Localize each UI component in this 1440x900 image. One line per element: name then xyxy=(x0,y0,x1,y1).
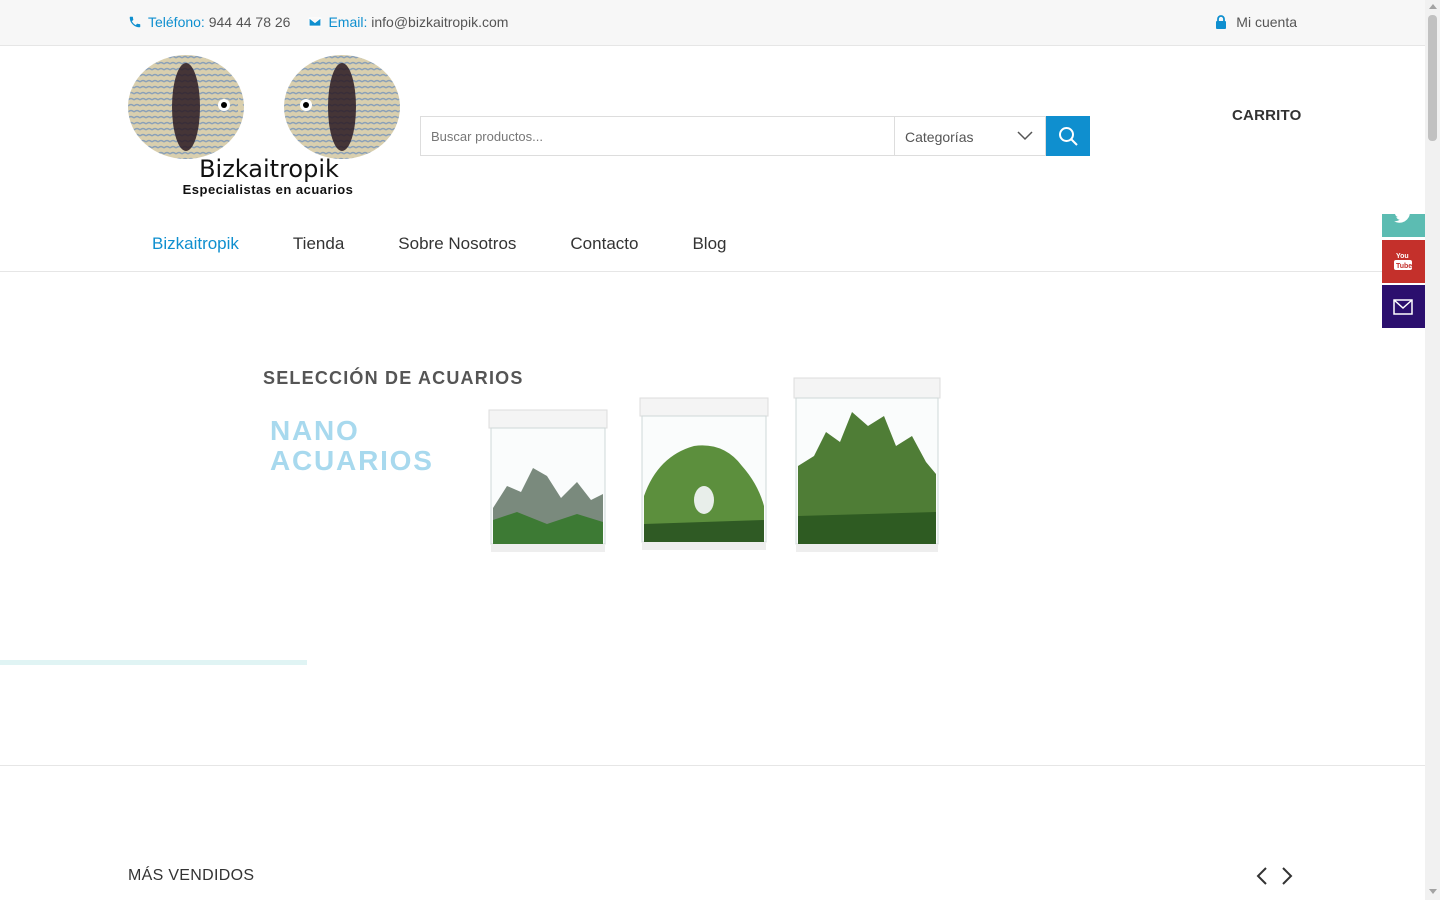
phone-value: 944 44 78 26 xyxy=(208,14,291,30)
search-button[interactable] xyxy=(1046,116,1090,156)
twitter-icon xyxy=(1394,214,1410,223)
contact-info: Teléfono: 944 44 78 26 Email: info@bizka… xyxy=(128,14,526,30)
nav-item-blog[interactable]: Blog xyxy=(668,222,750,254)
site-logo[interactable]: Bizkaitropik Especialistas en acuarios xyxy=(128,49,400,197)
phone-icon xyxy=(128,15,142,29)
svg-text:You: You xyxy=(1396,253,1409,260)
category-select[interactable]: Categorías xyxy=(894,116,1046,156)
my-account-link[interactable]: Mi cuenta xyxy=(1215,14,1297,30)
logo-name: Bizkaitropik xyxy=(199,155,339,183)
phone-info[interactable]: Teléfono: 944 44 78 26 xyxy=(128,14,290,30)
aquarium-image-large xyxy=(793,377,941,552)
my-account-label: Mi cuenta xyxy=(1236,14,1297,30)
page-scrollbar[interactable] xyxy=(1425,0,1440,900)
nav-item-contact[interactable]: Contacto xyxy=(546,222,662,254)
arrow-left-icon[interactable] xyxy=(1254,866,1270,886)
hero-slider[interactable]: SELECCIÓN DE ACUARIOS NANO ACUARIOS xyxy=(0,272,1425,766)
scrollbar-thumb[interactable] xyxy=(1428,15,1437,141)
youtube-icon: You Tube xyxy=(1394,253,1412,270)
phone-label: Teléfono: xyxy=(148,14,205,30)
arrow-right-icon[interactable] xyxy=(1279,866,1295,886)
aquarium-image-small xyxy=(488,409,608,552)
aquarium-image-medium xyxy=(639,397,769,550)
search-icon xyxy=(1059,127,1078,146)
email-info[interactable]: Email: info@bizkaitropik.com xyxy=(308,14,508,30)
logo-tagline: Especialistas en acuarios xyxy=(182,182,354,197)
top-bar: Teléfono: 944 44 78 26 Email: info@bizka… xyxy=(0,0,1425,46)
svg-text:Tube: Tube xyxy=(1396,263,1412,270)
slider-progress-bar xyxy=(0,660,307,665)
scroll-down-arrow[interactable] xyxy=(1429,889,1437,894)
lock-icon xyxy=(1215,15,1229,29)
cart-link[interactable]: CARRITO xyxy=(1232,107,1301,124)
chevron-down-icon xyxy=(1017,131,1033,141)
envelope-icon xyxy=(308,15,322,29)
search-input[interactable] xyxy=(420,116,894,156)
hero-heading: SELECCIÓN DE ACUARIOS xyxy=(263,368,524,388)
nav-item-home[interactable]: Bizkaitropik xyxy=(128,222,263,254)
email-label: Email: xyxy=(328,14,368,30)
logo-fish-image xyxy=(128,55,400,159)
hero-subheading: NANO ACUARIOS xyxy=(270,415,434,476)
nav-item-about[interactable]: Sobre Nosotros xyxy=(374,222,540,254)
scroll-up-arrow[interactable] xyxy=(1429,4,1437,9)
best-sellers-title: MÁS VENDIDOS xyxy=(128,867,255,884)
product-search: Categorías xyxy=(420,116,1090,156)
category-select-value: Categorías xyxy=(905,129,974,145)
main-nav: Bizkaitropik Tienda Sobre Nosotros Conta… xyxy=(0,222,1425,272)
twitter-button[interactable] xyxy=(1382,214,1425,237)
nav-item-shop[interactable]: Tienda xyxy=(269,222,368,254)
email-value: info@bizkaitropik.com xyxy=(371,14,509,30)
